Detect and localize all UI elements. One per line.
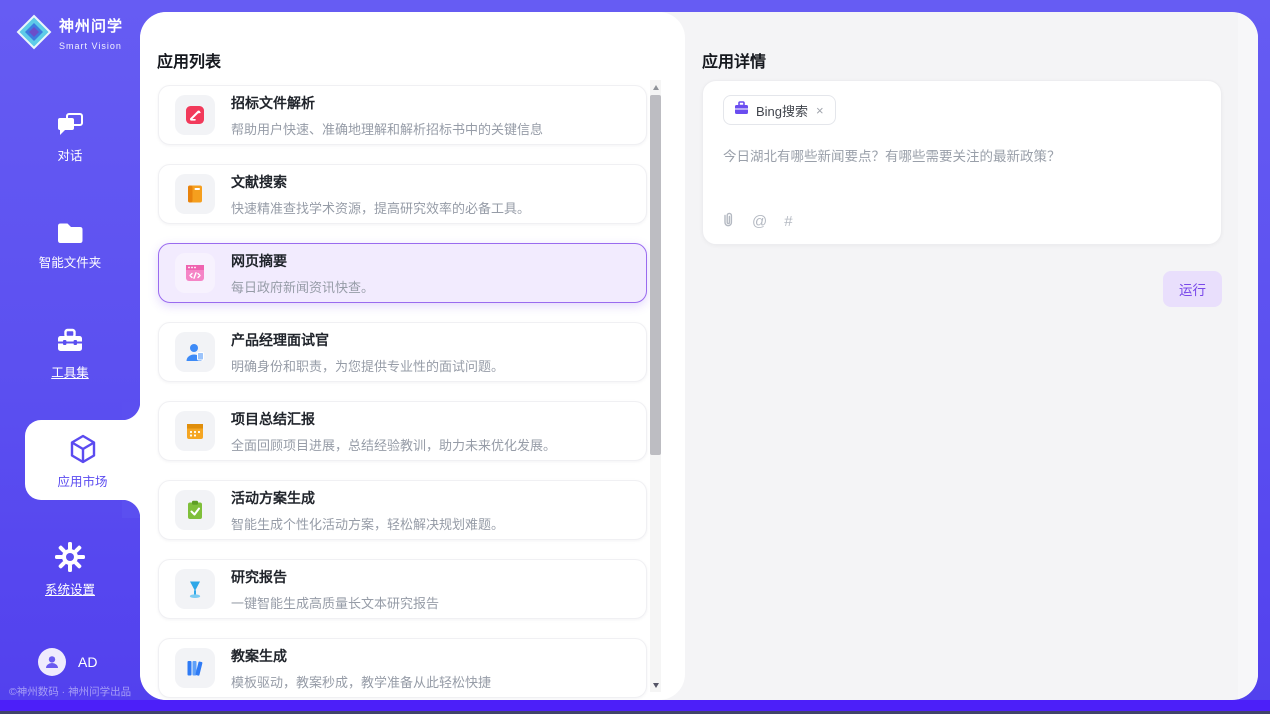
sidebar-item-toolset[interactable]: 工具集 [0,328,140,381]
ink-pen-icon [175,569,215,609]
sidebar-item-label: 对话 [0,145,140,164]
query-text[interactable]: 今日湖北有哪些新闻要点？有哪些需要关注的最新政策？ [723,147,1201,167]
cube-icon [25,420,140,466]
sidebar-item-app-market[interactable]: 应用市场 [25,420,140,500]
app-name: 招标文件解析 [231,93,543,113]
toolbox-icon [0,328,140,355]
briefcase-icon [734,101,749,120]
sidebar-item-settings[interactable]: 系统设置 [0,542,140,598]
bottom-accent-strip [0,700,1270,711]
webpage-icon [175,253,215,293]
app-name: 项目总结汇报 [231,409,556,429]
app-desc: 帮助用户快速、准确地理解和解析招标书中的关键信息 [231,119,543,138]
app-card-pm-interviewer[interactable]: 产品经理面试官 明确身份和职责，为您提供专业性的面试问题。 [158,322,647,382]
paperclip-icon[interactable] [721,211,735,232]
app-desc: 明确身份和职责，为您提供专业性的面试问题。 [231,356,504,375]
app-card-research-report[interactable]: 研究报告 一键智能生成高质量长文本研究报告 [158,559,647,619]
tab-curve-bottom [122,500,140,518]
tool-chip-bing-search[interactable]: Bing搜索 × [723,95,836,125]
tab-curve-top [122,402,140,420]
gear-icon [0,542,140,572]
book-icon [175,174,215,214]
app-card-web-summary[interactable]: 网页摘要 每日政府新闻资讯快查。 [158,243,647,303]
app-desc: 一键智能生成高质量长文本研究报告 [231,593,439,612]
attachment-toolbar: @ # [721,211,793,232]
mention-at-icon[interactable]: @ [752,213,767,230]
app-list-title: 应用列表 [157,48,221,72]
sidebar-item-label: 智能文件夹 [0,252,140,271]
app-desc: 智能生成个性化活动方案，轻松解决规划难题。 [231,514,504,533]
app-name: 网页摘要 [231,251,374,271]
brand-name: 神州问学 [59,18,123,35]
run-button[interactable]: 运行 [1163,271,1222,307]
app-list-panel: 应用列表 招标文件解析 帮助用户快速、准确地理解和解析招标书中的关键信息 [140,12,685,700]
app-desc: 快速精准查找学术资源，提高研究效率的必备工具。 [231,198,530,217]
detail-scroll-gutter [1238,12,1258,700]
app-list: 招标文件解析 帮助用户快速、准确地理解和解析招标书中的关键信息 文献搜索 [158,85,647,700]
app-list-scrollbar [650,80,661,692]
chat-icon [0,112,140,138]
app-name: 活动方案生成 [231,488,504,508]
app-name: 文献搜索 [231,172,530,192]
diamond-logo-icon [16,14,52,55]
prompt-card: Bing搜索 × 今日湖北有哪些新闻要点？有哪些需要关注的最新政策？ @ # [702,80,1222,245]
sidebar-item-label: 工具集 [0,362,140,381]
app-desc: 每日政府新闻资讯快查。 [231,277,374,296]
hash-icon[interactable]: # [784,213,792,230]
sidebar-item-label: 应用市场 [25,471,140,490]
app-name: 产品经理面试官 [231,330,504,350]
app-detail-panel: 应用详情 Bing搜索 × 今日湖北有哪些新闻要点？有哪些需要关注的最新政策？ [685,12,1258,700]
app-card-activity-plan[interactable]: 活动方案生成 智能生成个性化活动方案，轻松解决规划难题。 [158,480,647,540]
app-card-bid-parsing[interactable]: 招标文件解析 帮助用户快速、准确地理解和解析招标书中的关键信息 [158,85,647,145]
app-desc: 模板驱动，教案秒成，教学准备从此轻松快捷 [231,672,491,691]
user-account[interactable]: AD [38,648,97,676]
bid-document-icon [175,95,215,135]
sidebar-item-label: 系统设置 [0,579,140,598]
app-card-lesson-plan[interactable]: 教案生成 模板驱动，教案秒成，教学准备从此轻松快捷 [158,638,647,698]
app-desc: 全面回顾项目进展，总结经验教训，助力未来优化发展。 [231,435,556,454]
user-initials: AD [78,654,97,670]
brand-logo: 神州问学 Smart Vision [16,14,140,55]
calendar-icon [175,411,215,451]
sidebar-item-chat[interactable]: 对话 [0,112,140,164]
app-name: 教案生成 [231,646,491,666]
copyright-text: ©神州数码 · 神州问学出品 [9,684,141,699]
app-card-project-summary[interactable]: 项目总结汇报 全面回顾项目进展，总结经验教训，助力未来优化发展。 [158,401,647,461]
main-content: 应用列表 招标文件解析 帮助用户快速、准确地理解和解析招标书中的关键信息 [140,12,1258,700]
brand-subtitle: Smart Vision [59,41,122,51]
folder-icon [0,220,140,245]
interviewer-icon [175,332,215,372]
app-card-literature-search[interactable]: 文献搜索 快速精准查找学术资源，提高研究效率的必备工具。 [158,164,647,224]
avatar [38,648,66,676]
chip-close-icon[interactable]: × [815,104,825,117]
clipboard-check-icon [175,490,215,530]
books-icon [175,648,215,688]
app-detail-title: 应用详情 [702,48,766,72]
app-window: 神州问学 Smart Vision 对话 智能文件夹 [0,0,1270,714]
scrollbar-thumb[interactable] [650,95,661,455]
scroll-down-arrow-icon[interactable] [650,678,661,692]
scroll-up-arrow-icon[interactable] [650,80,661,94]
sidebar-item-smart-folders[interactable]: 智能文件夹 [0,220,140,271]
tool-chip-label: Bing搜索 [756,101,808,120]
app-name: 研究报告 [231,567,439,587]
sidebar: 神州问学 Smart Vision 对话 智能文件夹 [0,0,140,700]
